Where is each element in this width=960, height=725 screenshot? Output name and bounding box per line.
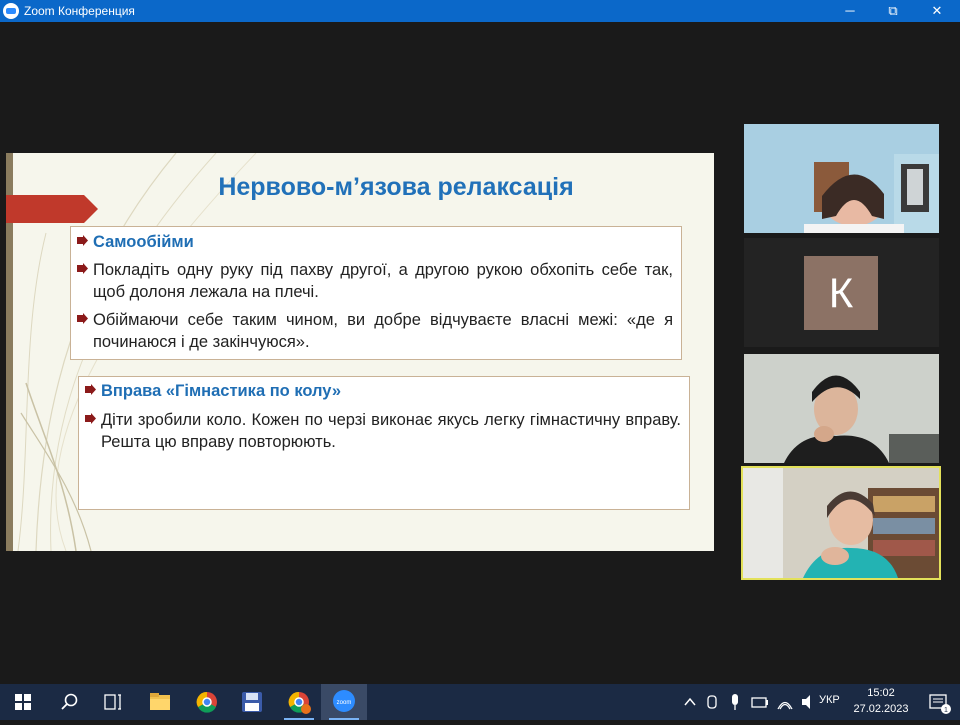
chrome-profile-icon [288, 691, 311, 714]
active-speaker-tile[interactable] [741, 466, 941, 580]
participant-video [744, 354, 939, 463]
slide-arrow-shape [6, 195, 98, 223]
taskbar-search-button[interactable] [46, 684, 92, 720]
gymnastics-box: Вправа «Гімнастика по колу» Діти зробили… [78, 376, 690, 510]
bullet-arrow-icon [77, 263, 88, 274]
windows-logo-icon [15, 694, 31, 710]
windows-taskbar: zoom УКР 15:02 27.02.2023 1 [0, 684, 960, 720]
taskbar-chrome[interactable] [184, 684, 230, 720]
floppy-disk-icon [242, 692, 262, 712]
svg-text:1: 1 [944, 707, 948, 714]
svg-text:zoom: zoom [337, 700, 352, 706]
self-hug-box: Самообійми Покладіть одну руку під пахву… [70, 226, 682, 360]
close-button[interactable]: ✕ [917, 0, 957, 22]
bullet-text: Покладіть одну руку під пахву другої, а … [93, 261, 673, 301]
slide-title: Нервово-м’язова релаксація [218, 173, 574, 201]
microphone-icon [732, 694, 738, 705]
chrome-icon [196, 691, 217, 713]
box-heading: Самообійми [77, 231, 673, 253]
bullet-arrow-icon [85, 413, 96, 424]
minimize-button[interactable]: ─ [830, 0, 870, 22]
participant-avatar-tile[interactable]: К [744, 238, 939, 347]
taskbar-save-app[interactable] [229, 684, 275, 720]
box-heading-text: Вправа «Гімнастика по колу» [101, 382, 342, 400]
bullet-arrow-icon [77, 235, 88, 246]
task-view-button[interactable] [90, 684, 136, 720]
box-heading: Вправа «Гімнастика по колу» [85, 380, 681, 402]
participant-video-tile[interactable] [744, 124, 939, 233]
taskbar-zoom[interactable]: zoom [321, 684, 367, 720]
bullet-item: Обіймаючи себе таким чином, ви добре від… [77, 309, 673, 353]
task-view-icon [104, 694, 121, 710]
shared-screen-slide: Нервово-м’язова релаксація Самообійми По… [6, 153, 714, 551]
chevron-up-icon [684, 697, 696, 706]
meeting-area: Нервово-м’язова релаксація Самообійми По… [0, 22, 960, 684]
bullet-item: Покладіть одну руку під пахву другої, а … [77, 259, 673, 303]
bullet-text: Обіймаючи себе таким чином, ви добре від… [93, 311, 673, 351]
participant-video [743, 468, 939, 578]
clock-time[interactable]: 15:02 [866, 687, 896, 699]
clock-date[interactable]: 27.02.2023 [851, 703, 911, 715]
box-heading-text: Самообійми [93, 233, 194, 251]
participant-video-tile[interactable] [744, 354, 939, 463]
system-tray-icons [684, 694, 810, 710]
bullet-text: Діти зробили коло. Кожен по черзі викона… [101, 411, 681, 451]
bullet-arrow-icon [85, 384, 96, 395]
language-indicator[interactable]: УКР [819, 694, 840, 706]
taskbar-file-explorer[interactable] [137, 684, 183, 720]
zoom-icon: zoom [333, 690, 355, 712]
notification-center-button[interactable]: 1 [918, 684, 960, 720]
zoom-app-icon [3, 3, 19, 19]
taskbar-chrome-profile[interactable] [276, 684, 322, 720]
participant-avatar: К [804, 256, 878, 330]
participant-video [744, 124, 939, 233]
windows-start-button[interactable] [0, 684, 46, 720]
folder-icon [150, 693, 170, 710]
meet-now-icon [707, 695, 717, 709]
bullet-arrow-icon [77, 313, 88, 324]
search-icon [61, 693, 78, 710]
bullet-item: Діти зробили коло. Кожен по черзі викона… [85, 409, 681, 453]
volume-icon [802, 695, 810, 709]
battery-icon [751, 697, 767, 708]
window-title-bar: Zoom Конференция ─ ⧉ ✕ [0, 0, 960, 22]
restore-button[interactable]: ⧉ [873, 0, 913, 22]
window-title: Zoom Конференция [24, 4, 135, 18]
